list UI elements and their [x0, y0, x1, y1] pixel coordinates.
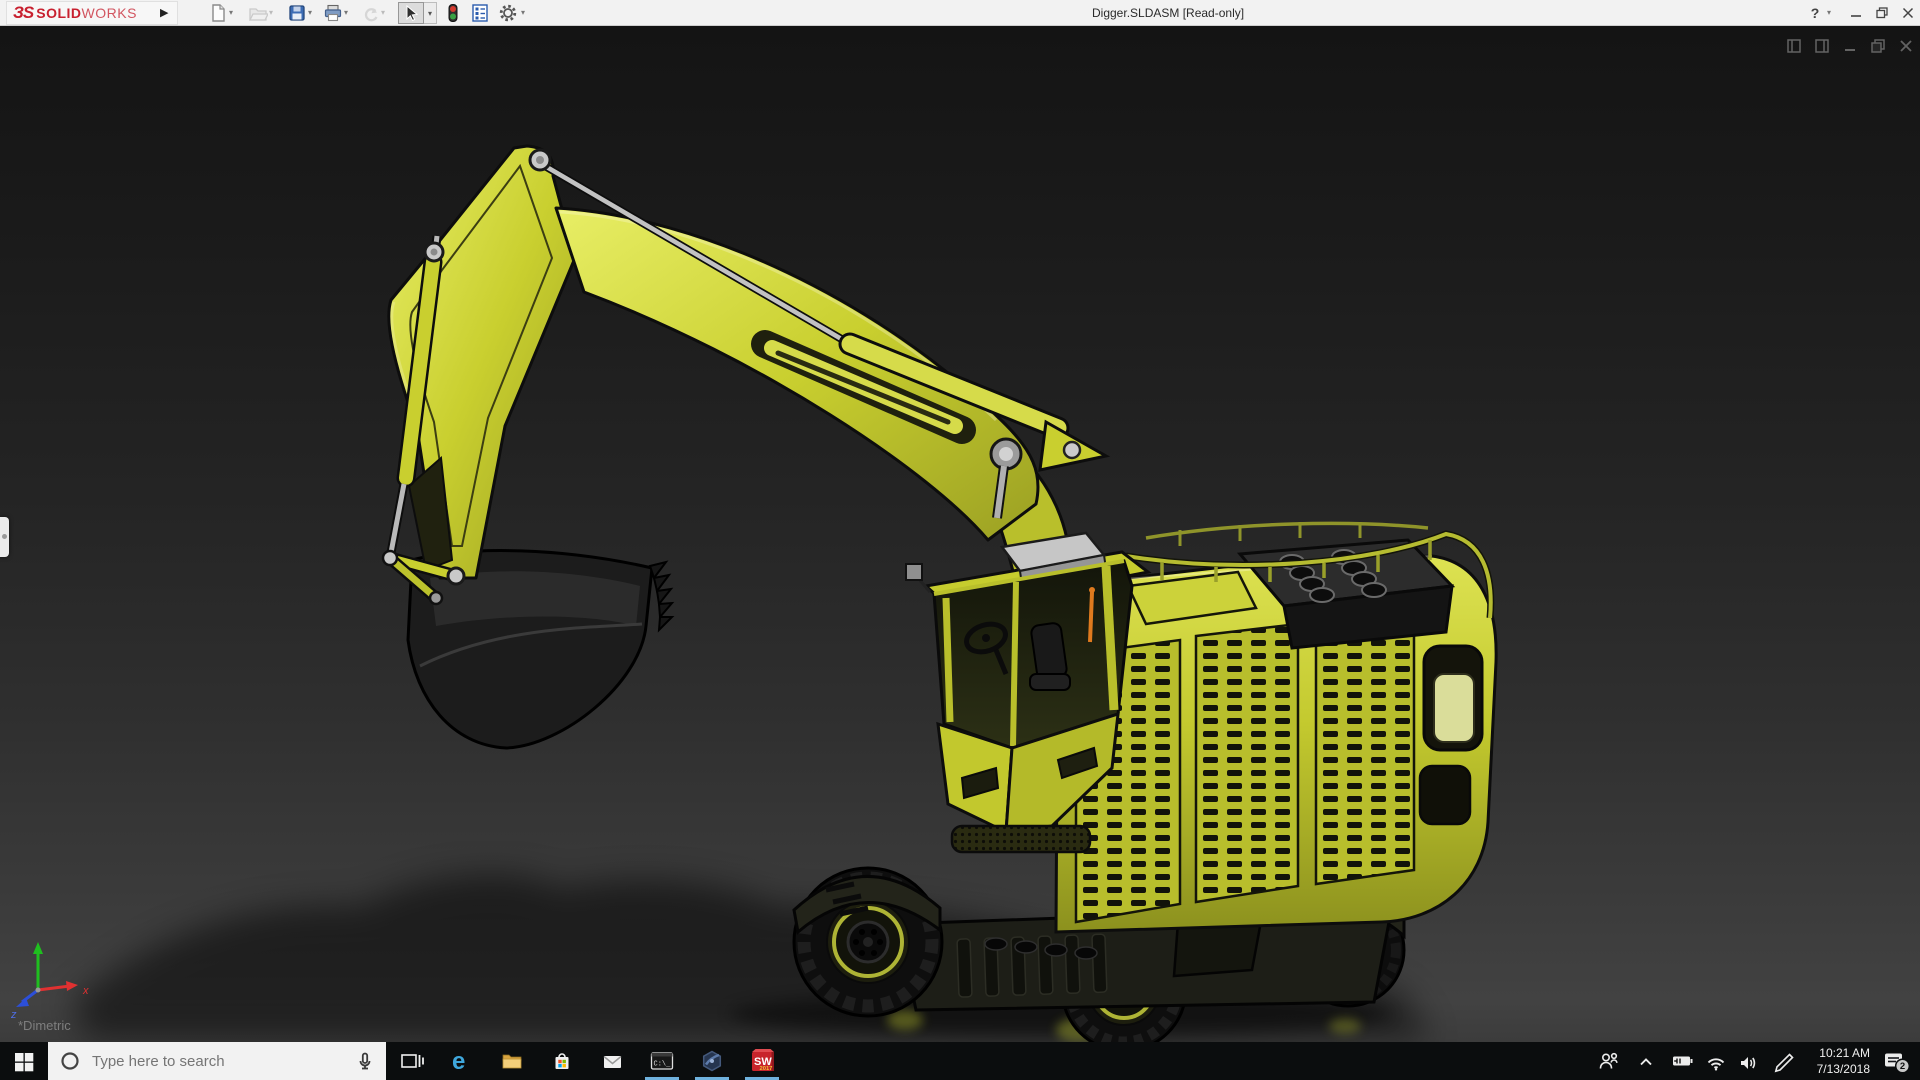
y-axis-arrow: [33, 942, 43, 954]
select-tool-caret[interactable]: ▾: [424, 2, 437, 24]
new-document-button[interactable]: [208, 3, 228, 23]
bucket-teeth: [650, 562, 672, 630]
print-button[interactable]: [323, 3, 343, 23]
windows-ink-pen-icon[interactable]: [1766, 1042, 1798, 1080]
boom-beam[interactable]: [556, 208, 1038, 540]
save-button[interactable]: [287, 3, 307, 23]
orientation-triad[interactable]: x z: [8, 930, 104, 1026]
edge-icon[interactable]: e: [442, 1042, 482, 1080]
tray-clock[interactable]: 10:21 AM 7/13/2018: [1796, 1045, 1870, 1077]
solidworks-logo-text-2: WORKS: [82, 5, 137, 21]
cortana-icon: [60, 1051, 80, 1071]
battery-charging-icon[interactable]: [1666, 1042, 1698, 1080]
graphics-area[interactable]: x z *Dimetric: [0, 26, 1920, 1042]
menu-flyout-arrow[interactable]: ▶: [160, 0, 168, 26]
solidworks-fullscreen: ЗS SOLID WORKS ▶ ▾ ▾ ▾ ▾ ▾ ▾: [0, 0, 1920, 1080]
svg-text:e: e: [452, 1048, 465, 1074]
microsoft-store-icon[interactable]: [542, 1042, 582, 1080]
help-button[interactable]: ?: [1806, 0, 1824, 26]
solidworks-taskbar-icon[interactable]: SW2017: [742, 1042, 782, 1080]
svg-text:2017: 2017: [760, 1066, 773, 1072]
taskbar-search[interactable]: [48, 1042, 386, 1080]
x-axis-arrow: [66, 981, 78, 991]
panel-tab-dot: [2, 534, 7, 539]
wifi-icon[interactable]: [1700, 1042, 1732, 1080]
close-doc-icon[interactable]: [1898, 38, 1914, 54]
svg-text:2: 2: [1900, 1061, 1905, 1072]
rebuild-button[interactable]: [443, 3, 463, 23]
feature-pane-icon[interactable]: [1786, 38, 1802, 54]
front-step-mesh: [952, 826, 1090, 852]
file-properties-button[interactable]: [470, 3, 490, 23]
undo-caret: ▾: [381, 0, 385, 26]
options-button[interactable]: [498, 3, 518, 23]
restore-button[interactable]: [1871, 0, 1893, 26]
x-axis-label: x: [82, 985, 89, 997]
minimize-doc-icon[interactable]: [1842, 38, 1858, 54]
tray-date: 7/13/2018: [1796, 1061, 1870, 1077]
z-axis-label: z: [10, 1009, 17, 1021]
save-caret[interactable]: ▾: [308, 0, 312, 26]
solidworks-logo-text: SOLID: [36, 5, 81, 21]
microphone-icon[interactable]: [352, 1049, 376, 1073]
seat: [1030, 622, 1067, 680]
solidworks-logo[interactable]: ЗS SOLID WORKS: [6, 1, 178, 25]
minimize-button[interactable]: [1845, 0, 1867, 26]
close-button[interactable]: [1897, 0, 1919, 26]
new-document-caret[interactable]: ▾: [229, 0, 233, 26]
volume-icon[interactable]: [1732, 1042, 1764, 1080]
mirror: [906, 564, 922, 580]
open-caret: ▾: [269, 0, 273, 26]
open-button: [248, 3, 268, 23]
task-view-button[interactable]: [392, 1042, 432, 1080]
collapsed-panel-tab[interactable]: [0, 517, 9, 557]
titlebar: ЗS SOLID WORKS ▶ ▾ ▾ ▾ ▾ ▾ ▾: [0, 0, 1920, 26]
restore-doc-icon[interactable]: [1870, 38, 1886, 54]
solidworks-logo-mark: ЗS: [13, 3, 33, 23]
document-window-controls: [1786, 38, 1914, 54]
people-icon[interactable]: [1592, 1042, 1624, 1080]
print-caret[interactable]: ▾: [344, 0, 348, 26]
display-pane-icon[interactable]: [1814, 38, 1830, 54]
3d-viewer-app-icon[interactable]: [692, 1042, 732, 1080]
help-caret[interactable]: ▾: [1827, 0, 1831, 26]
orange-antenna: [1090, 592, 1092, 642]
start-button[interactable]: [4, 1042, 44, 1080]
view-orientation-label: *Dimetric: [18, 1018, 71, 1033]
windows-taskbar: e C:\_ SW2017: [0, 1042, 1920, 1080]
model-scene[interactable]: [0, 26, 1920, 1042]
undo-button: [360, 3, 380, 23]
tray-time: 10:21 AM: [1796, 1045, 1870, 1061]
action-center-button[interactable]: 2: [1876, 1042, 1916, 1080]
tray-chevron-up-icon[interactable]: [1630, 1042, 1662, 1080]
options-caret[interactable]: ▾: [521, 0, 525, 26]
side-grille-3: [1316, 610, 1414, 884]
side-grille-2: [1196, 624, 1298, 902]
file-explorer-icon[interactable]: [492, 1042, 532, 1080]
search-input[interactable]: [90, 1052, 330, 1071]
document-title: Digger.SLDASM [Read-only]: [1092, 0, 1244, 26]
mail-icon[interactable]: [592, 1042, 632, 1080]
command-prompt-icon[interactable]: C:\_: [642, 1042, 682, 1080]
select-tool-button[interactable]: [398, 2, 424, 24]
svg-text:C:\_: C:\_: [654, 1061, 672, 1069]
